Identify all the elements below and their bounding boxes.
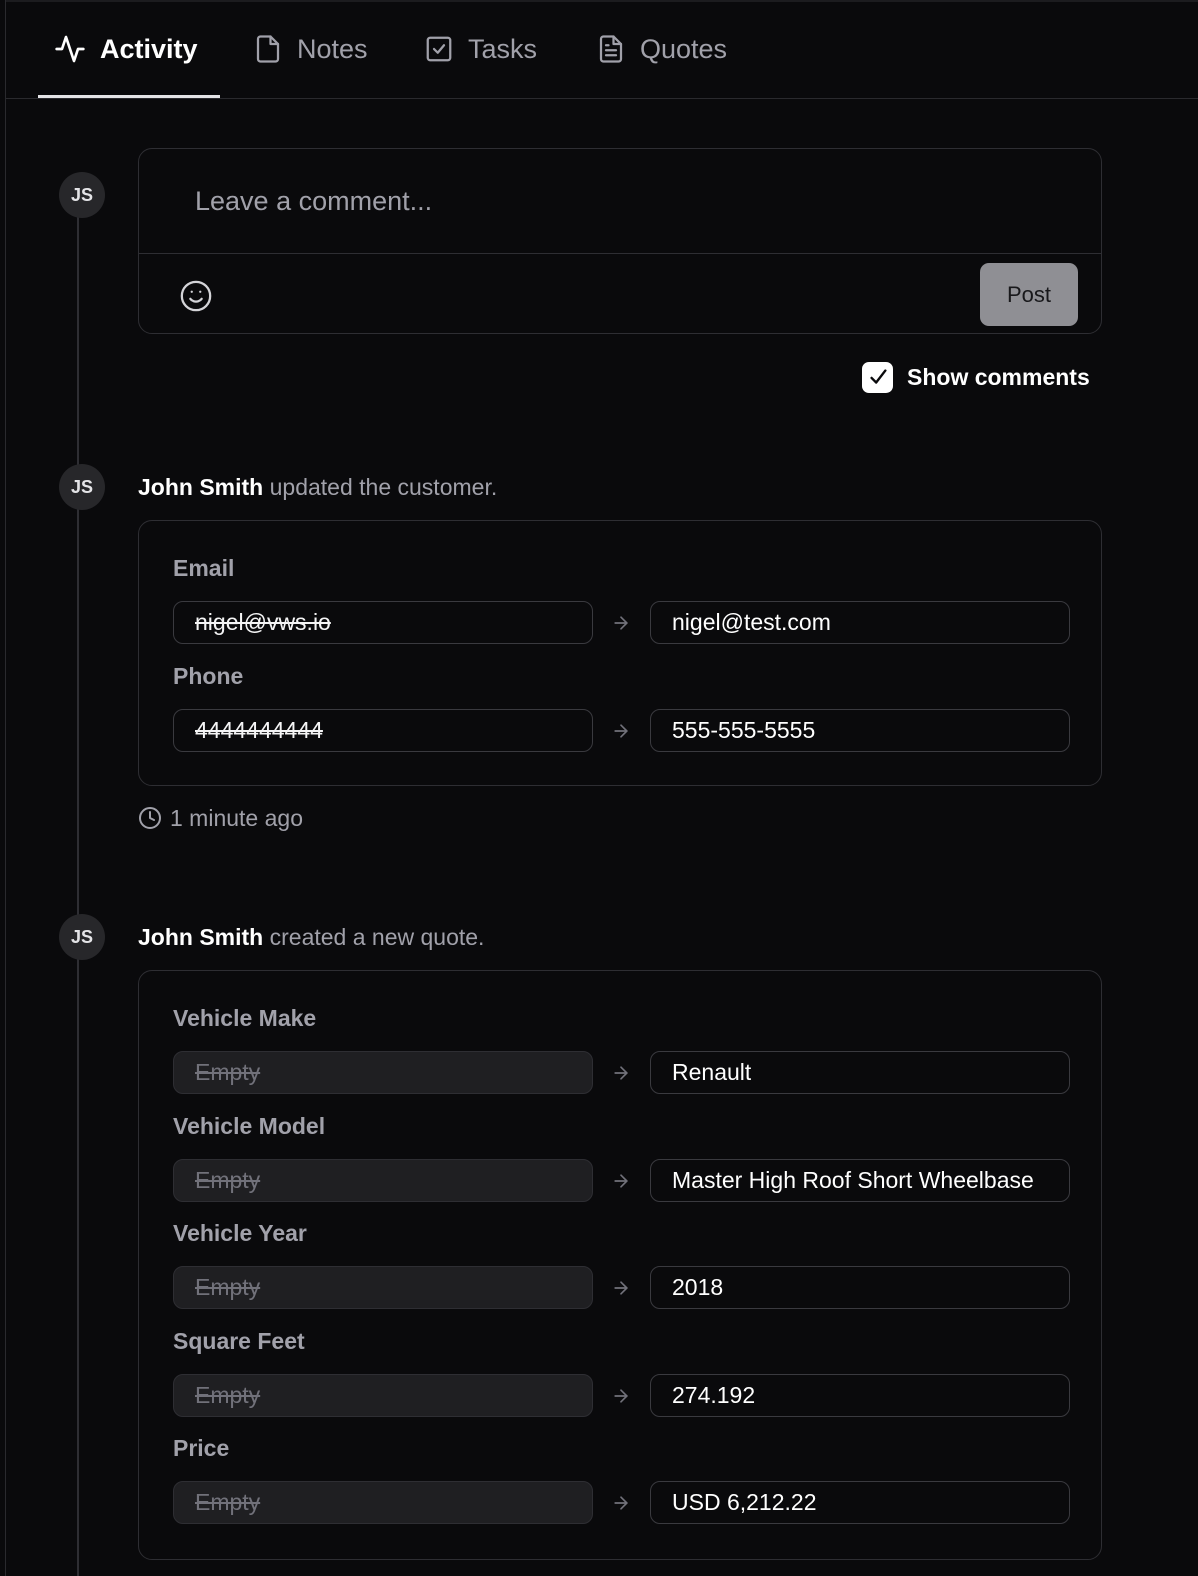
event-title: John Smith created a new quote. bbox=[138, 924, 484, 951]
show-comments-label: Show comments bbox=[907, 363, 1090, 390]
old-value: Empty bbox=[173, 1266, 593, 1309]
new-value: 2018 bbox=[650, 1266, 1070, 1309]
show-comments-toggle[interactable]: Show comments bbox=[862, 361, 1090, 393]
smiley-icon[interactable] bbox=[179, 279, 213, 313]
comment-input[interactable] bbox=[139, 149, 1101, 254]
event-actor[interactable]: John Smith bbox=[138, 924, 263, 950]
change-card: Vehicle Make Empty Renault Vehicle Model… bbox=[138, 970, 1102, 1560]
tab-tasks[interactable]: Tasks bbox=[424, 30, 537, 68]
avatar: JS bbox=[59, 914, 105, 960]
file-text-icon bbox=[596, 33, 626, 65]
event-action: created a new quote. bbox=[269, 924, 485, 950]
old-value: Empty bbox=[173, 1481, 593, 1524]
event-timestamp: 1 minute ago bbox=[138, 805, 303, 831]
field-label: Vehicle Model bbox=[173, 1113, 326, 1139]
old-value: 4444444444 bbox=[173, 709, 593, 752]
new-value: Renault bbox=[650, 1051, 1070, 1094]
arrow-right-icon bbox=[614, 1496, 628, 1510]
tab-label: Notes bbox=[297, 33, 368, 64]
field-label: Vehicle Year bbox=[173, 1220, 307, 1246]
new-value: USD 6,212.22 bbox=[650, 1481, 1070, 1524]
field-label: Vehicle Make bbox=[173, 1005, 317, 1031]
timeline-line bbox=[77, 210, 79, 1576]
arrow-right-icon bbox=[614, 1174, 628, 1188]
field-label: Email bbox=[173, 555, 235, 581]
new-value: 555-555-5555 bbox=[650, 709, 1070, 752]
avatar: JS bbox=[59, 464, 105, 510]
post-button[interactable]: Post bbox=[980, 263, 1078, 326]
tab-label: Activity bbox=[100, 33, 198, 64]
arrow-right-icon bbox=[614, 1066, 628, 1080]
clock-icon bbox=[139, 807, 161, 829]
tab-notes[interactable]: Notes bbox=[253, 30, 368, 68]
checkbox-square-icon bbox=[424, 34, 454, 64]
old-value: nigel@vws.io bbox=[173, 601, 593, 644]
arrow-right-icon bbox=[614, 1389, 628, 1403]
field-label: Phone bbox=[173, 663, 244, 689]
new-value: 274.192 bbox=[650, 1374, 1070, 1417]
old-value: Empty bbox=[173, 1051, 593, 1094]
new-value: Master High Roof Short Wheelbase bbox=[650, 1159, 1070, 1202]
check-icon bbox=[869, 369, 887, 384]
tab-activity[interactable]: Activity bbox=[54, 30, 198, 68]
window-left-edge bbox=[5, 0, 6, 1576]
event-title: John Smith updated the customer. bbox=[138, 474, 497, 501]
show-comments-checkbox[interactable] bbox=[862, 361, 893, 393]
tab-quotes[interactable]: Quotes bbox=[596, 30, 727, 68]
event-action: updated the customer. bbox=[269, 474, 498, 500]
new-value: nigel@test.com bbox=[650, 601, 1070, 644]
arrow-right-icon bbox=[614, 724, 628, 738]
avatar: JS bbox=[59, 172, 105, 218]
tab-label: Tasks bbox=[468, 33, 538, 64]
comment-composer: Post bbox=[138, 148, 1102, 334]
old-value: Empty bbox=[173, 1159, 593, 1202]
timestamp-text: 1 minute ago bbox=[170, 804, 303, 831]
arrow-right-icon bbox=[614, 616, 628, 630]
old-value: Empty bbox=[173, 1374, 593, 1417]
field-label: Price bbox=[173, 1435, 230, 1461]
activity-icon bbox=[54, 33, 86, 65]
tab-bar: Activity Notes Tasks Quotes bbox=[6, 0, 1198, 99]
change-card: Email nigel@vws.io nigel@test.com Phone … bbox=[138, 520, 1102, 786]
event-actor[interactable]: John Smith bbox=[138, 474, 263, 500]
file-icon bbox=[253, 33, 283, 65]
tab-label: Quotes bbox=[640, 33, 728, 64]
arrow-right-icon bbox=[614, 1281, 628, 1295]
active-tab-indicator bbox=[38, 95, 220, 98]
field-label: Square Feet bbox=[173, 1328, 305, 1354]
